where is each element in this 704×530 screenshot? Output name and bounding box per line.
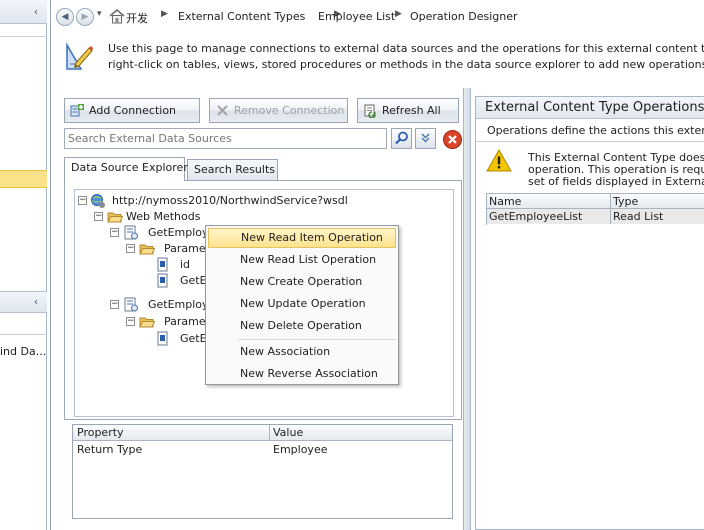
tree-node-web-methods[interactable]: − Web Methods: [75, 209, 445, 225]
forward-button[interactable]: ▶: [76, 8, 94, 26]
chevron-left-icon[interactable]: ‹: [30, 6, 42, 18]
add-connection-button[interactable]: Add Connection: [64, 98, 200, 123]
breadcrumb-dropdown-icon[interactable]: ▾: [97, 9, 102, 19]
tree-node-service[interactable]: − http://nymoss2010/NorthwindService?wsd…: [75, 193, 445, 209]
collapse-toggle[interactable]: −: [110, 300, 119, 309]
tree-label: Paramet: [164, 242, 210, 255]
breadcrumb-item-employee-list[interactable]: Employee List: [318, 10, 395, 23]
delete-icon: [443, 130, 462, 149]
forward-icon: ▶: [81, 12, 89, 22]
collapse-toggle[interactable]: −: [78, 196, 87, 205]
remove-connection-label: Remove Connection: [234, 104, 345, 117]
refresh-all-button[interactable]: Refresh All: [357, 98, 459, 123]
search-external-data-sources-input[interactable]: [64, 128, 387, 149]
chevron-left-icon[interactable]: ‹: [30, 296, 42, 308]
column-divider: [610, 194, 611, 224]
folder-open-icon: [139, 317, 155, 328]
parameter-icon: [157, 257, 168, 272]
folder-open-icon: [139, 244, 155, 255]
breadcrumb-separator: ▶: [395, 9, 402, 19]
chevron-down-icon: [421, 133, 430, 143]
tab-search-results[interactable]: Search Results: [187, 159, 278, 180]
nav-item-label[interactable]: ind Da...: [0, 345, 46, 358]
web-service-icon: [91, 194, 105, 208]
info-edit-icon: [66, 42, 93, 70]
warning-text-line-3: set of fields displayed in External: [528, 175, 704, 188]
column-header-property[interactable]: Property: [73, 425, 124, 441]
operation-designer-pane: ◀ ▶ ▾ 开发 ▶ External Content Types ▶ Empl…: [50, 0, 704, 530]
remove-connection-button[interactable]: Remove Connection: [209, 98, 348, 123]
search-options-button[interactable]: [415, 128, 436, 149]
add-connection-label: Add Connection: [89, 104, 177, 117]
back-icon: ◀: [61, 12, 69, 22]
menu-item-new-create-operation[interactable]: New Create Operation: [208, 272, 396, 292]
parameter-icon: [157, 331, 168, 346]
collapse-toggle[interactable]: −: [110, 228, 119, 237]
collapse-toggle[interactable]: −: [126, 317, 135, 326]
back-button[interactable]: ◀: [56, 8, 74, 26]
divider: [0, 334, 47, 335]
menu-item-new-reverse-association[interactable]: New Reverse Association: [208, 364, 396, 384]
property-grid: Property Value Return Type Employee: [72, 424, 453, 519]
method-icon: [124, 225, 138, 240]
property-grid-header: Property Value: [73, 425, 452, 441]
collapse-toggle[interactable]: −: [94, 212, 103, 221]
operation-name[interactable]: GetEmployeeList: [487, 209, 582, 224]
column-header-value[interactable]: Value: [269, 425, 303, 441]
menu-item-new-update-operation[interactable]: New Update Operation: [208, 294, 396, 314]
divider: [0, 36, 47, 37]
breadcrumb-item-operation-designer[interactable]: Operation Designer: [410, 10, 518, 23]
info-line-1: Use this page to manage connections to e…: [108, 42, 704, 55]
menu-item-new-read-item-operation[interactable]: New Read Item Operation: [208, 228, 396, 248]
tree-label: Web Methods: [126, 210, 201, 223]
left-navigation-pane: ‹ ‹ ind Da...: [0, 0, 47, 530]
info-line-2: right-click on tables, views, stored pro…: [108, 58, 704, 71]
refresh-icon: [364, 104, 376, 118]
folder-open-icon: [107, 212, 123, 223]
breadcrumb-separator: ▶: [161, 9, 168, 19]
column-header-name[interactable]: Name: [487, 194, 521, 209]
operations-grid: Name Type GetEmployeeList Read List: [486, 193, 704, 225]
menu-separator: [238, 339, 396, 340]
clear-search-button[interactable]: [442, 129, 463, 150]
tree-label: Paramet: [164, 315, 210, 328]
add-connection-icon: [70, 104, 84, 117]
context-menu: New Read Item Operation New Read List Op…: [205, 225, 399, 385]
search-button[interactable]: [391, 128, 412, 149]
operation-type: Read List: [613, 210, 664, 223]
property-value[interactable]: Employee: [269, 443, 327, 457]
info-description: Use this page to manage connections to e…: [108, 41, 704, 73]
tree-label: GetE: [180, 274, 207, 287]
tree-label: GetE: [180, 332, 207, 345]
collapse-toggle[interactable]: −: [126, 244, 135, 253]
breadcrumb-item-external-content-types[interactable]: External Content Types: [178, 10, 305, 23]
home-icon: [109, 9, 125, 24]
left-pane-header: ‹: [0, 0, 47, 24]
method-icon: [124, 297, 138, 312]
tab-data-source-explorer[interactable]: Data Source Explorer: [64, 157, 188, 181]
tree-label: http://nymoss2010/NorthwindService?wsdl: [112, 194, 348, 207]
selected-nav-item[interactable]: [0, 170, 47, 188]
pane-splitter[interactable]: [463, 88, 471, 530]
warning-icon: [486, 149, 512, 172]
refresh-all-label: Refresh All: [382, 104, 441, 117]
external-content-type-operations-panel: External Content Type Operations Operati…: [475, 96, 704, 530]
menu-item-new-association[interactable]: New Association: [208, 342, 396, 362]
column-header-type[interactable]: Type: [611, 194, 638, 209]
ops-panel-description: Operations define the actions this exter…: [487, 124, 704, 137]
ops-panel-title: External Content Type Operations: [476, 97, 704, 119]
left-pane-header-2: ‹: [0, 291, 47, 313]
tree-label: id: [180, 258, 191, 271]
remove-connection-icon: [217, 105, 228, 116]
property-name: Return Type: [77, 443, 143, 456]
parameter-icon: [157, 273, 168, 288]
menu-item-new-read-list-operation[interactable]: New Read List Operation: [208, 250, 396, 270]
breadcrumb-item-home[interactable]: 开发: [126, 10, 148, 26]
divider: [476, 141, 704, 142]
menu-item-new-delete-operation[interactable]: New Delete Operation: [208, 316, 396, 336]
breadcrumb: ◀ ▶ ▾ 开发 ▶ External Content Types ▶ Empl…: [51, 6, 704, 28]
search-icon: [395, 131, 408, 145]
